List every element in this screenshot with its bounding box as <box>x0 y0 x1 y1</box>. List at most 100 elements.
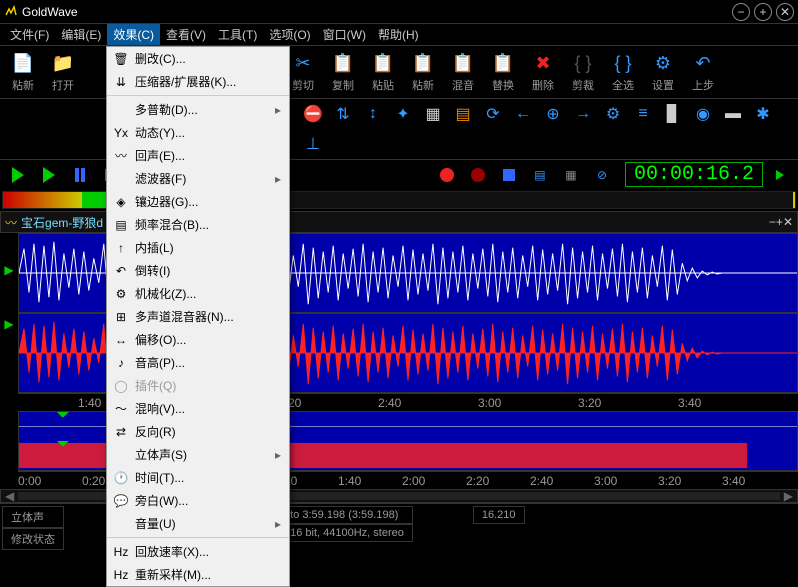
tool-粘新[interactable]: 📋粘新 <box>404 48 442 96</box>
channel-left-icon[interactable]: ▶ <box>4 263 13 277</box>
menu-选项(O)[interactable]: 选项(O) <box>263 24 316 45</box>
effect-mechanize[interactable]: ⚙机械化(Z)... <box>107 282 289 305</box>
grid-icon[interactable]: ▦ <box>420 101 446 127</box>
doc-min-button[interactable]: − <box>769 215 776 229</box>
effect-voiceover[interactable]: 💬旁白(W)... <box>107 489 289 512</box>
effect-plugin: ◯插件(Q) <box>107 374 289 397</box>
effect-censor[interactable]: 🗑删改(C)... <box>107 47 289 70</box>
tool-混音[interactable]: 📋混音 <box>444 48 482 96</box>
menu-效果(C)[interactable]: 效果(C) <box>107 24 160 45</box>
compressor-icon: ⇊ <box>111 74 131 90</box>
plugin-icon: ◯ <box>111 378 131 394</box>
effect-doppler[interactable]: 多普勒(D)...▸ <box>107 98 289 121</box>
chain-icon[interactable]: ⊘ <box>588 163 616 187</box>
effect-invert[interactable]: ↶倒转(I) <box>107 259 289 282</box>
stop-icon[interactable]: ⛔ <box>300 101 326 127</box>
effect-filter[interactable]: 滤波器(F)▸ <box>107 167 289 190</box>
censor-icon: 🗑 <box>111 51 131 67</box>
pause-button[interactable] <box>66 163 94 187</box>
minimize-button[interactable]: − <box>732 3 750 21</box>
tool-全选[interactable]: { }全选 <box>604 48 642 96</box>
resample-icon: Hz <box>111 567 131 583</box>
play-button[interactable] <box>4 163 32 187</box>
menu-查看(V)[interactable]: 查看(V) <box>160 24 212 45</box>
effect-reverb[interactable]: 〜混响(V)... <box>107 397 289 420</box>
app-logo <box>4 5 18 19</box>
effect-pitch[interactable]: ♪音高(P)... <box>107 351 289 374</box>
effect-reverse[interactable]: ⇄反向(R) <box>107 420 289 443</box>
effect-playback-rate[interactable]: Hz回放速率(X)... <box>107 540 289 563</box>
spark-icon[interactable]: ✱ <box>750 101 776 127</box>
bars-icon[interactable]: ▤ <box>450 101 476 127</box>
swap-icon[interactable]: ⇅ <box>330 101 356 127</box>
submenu-arrow-icon: ▸ <box>275 103 281 117</box>
reverb-icon: 〜 <box>111 401 131 417</box>
effect-multichannel[interactable]: ⊞多声道混音器(N)... <box>107 305 289 328</box>
mechanize-icon: ⚙ <box>111 286 131 302</box>
menu-文件(F)[interactable]: 文件(F) <box>4 24 55 45</box>
dial-icon[interactable]: ◉ <box>690 101 716 127</box>
menu-帮助(H)[interactable]: 帮助(H) <box>372 24 425 45</box>
粘新-icon: 📋 <box>411 51 435 75</box>
tool-粘贴[interactable]: 📋粘贴 <box>364 48 402 96</box>
star-icon[interactable]: ✦ <box>390 101 416 127</box>
tool-剪裁[interactable]: { }剪裁 <box>564 48 602 96</box>
tool-删除[interactable]: ✖删除 <box>524 48 562 96</box>
anchor-icon[interactable]: ⊥ <box>300 131 326 157</box>
tool-替换[interactable]: 📋替换 <box>484 48 522 96</box>
reverse-icon: ⇄ <box>111 424 131 440</box>
menu-工具(T)[interactable]: 工具(T) <box>212 24 263 45</box>
上步-icon: ↶ <box>691 51 715 75</box>
play-loop-button[interactable] <box>35 163 63 187</box>
interpolate-icon: ↑ <box>111 240 131 256</box>
effect-interpolate[interactable]: ↑内插(L) <box>107 236 289 259</box>
playback-rate-icon: Hz <box>111 544 131 560</box>
tool-粘新[interactable]: 📄粘新 <box>4 48 42 96</box>
timer-play-icon[interactable] <box>766 163 794 187</box>
effect-flanger[interactable]: ◈镶边器(G)... <box>107 190 289 213</box>
target-icon[interactable]: ⊕ <box>540 101 566 127</box>
props-icon[interactable]: ▦ <box>557 163 585 187</box>
eq-icon[interactable]: ≡ <box>630 101 656 127</box>
doc-max-button[interactable]: + <box>776 215 783 229</box>
tool-打开[interactable]: 📁打开 <box>44 48 82 96</box>
effect-echo[interactable]: 〰回声(E)... <box>107 144 289 167</box>
effect-offset[interactable]: ↔偏移(O)... <box>107 328 289 351</box>
right-icon[interactable]: → <box>570 101 596 127</box>
doc-close-button[interactable]: ✕ <box>783 215 793 229</box>
submenu-arrow-icon: ▸ <box>275 172 281 186</box>
tool-复制[interactable]: 📋复制 <box>324 48 362 96</box>
effect-volume[interactable]: 音量(U)▸ <box>107 512 289 535</box>
offset-icon: ↔ <box>111 332 131 348</box>
effect-time[interactable]: 🕐时间(T)... <box>107 466 289 489</box>
maximize-button[interactable]: + <box>754 3 772 21</box>
bar-icon[interactable]: ▬ <box>720 101 746 127</box>
effect-compressor[interactable]: ⇊压缩器/扩展器(K)... <box>107 70 289 93</box>
loop-icon[interactable]: ⟳ <box>480 101 506 127</box>
doppler-icon <box>111 102 131 118</box>
粘新-icon: 📄 <box>11 51 35 75</box>
effect-stereo[interactable]: 立体声(S)▸ <box>107 443 289 466</box>
spectrum-icon[interactable]: ▊ <box>660 101 686 127</box>
left-icon[interactable]: ← <box>510 101 536 127</box>
tool-上步[interactable]: ↶上步 <box>684 48 722 96</box>
复制-icon: 📋 <box>331 51 355 75</box>
effect-dynamics[interactable]: Yx动态(Y)... <box>107 121 289 144</box>
剪切-icon: ✂ <box>291 51 315 75</box>
invert-icon: ↶ <box>111 263 131 279</box>
menu-编辑(E)[interactable]: 编辑(E) <box>55 24 107 45</box>
record-pause-button[interactable] <box>464 163 492 187</box>
vert-icon[interactable]: ↕ <box>360 101 386 127</box>
sliders-icon[interactable]: ⚙ <box>600 101 626 127</box>
tool-设置[interactable]: ⚙设置 <box>644 48 682 96</box>
menu-窗口(W)[interactable]: 窗口(W) <box>317 24 372 45</box>
record-button[interactable] <box>433 163 461 187</box>
filter-icon <box>111 171 131 187</box>
channel-right-icon[interactable]: ▶ <box>4 317 13 331</box>
close-button[interactable]: ✕ <box>776 3 794 21</box>
meter-icon[interactable]: ▤ <box>526 163 554 187</box>
混音-icon: 📋 <box>451 51 475 75</box>
record-stop-button[interactable] <box>495 163 523 187</box>
effect-freq-blend[interactable]: ▤频率混合(B)... <box>107 213 289 236</box>
effect-resample[interactable]: Hz重新采样(M)... <box>107 563 289 586</box>
